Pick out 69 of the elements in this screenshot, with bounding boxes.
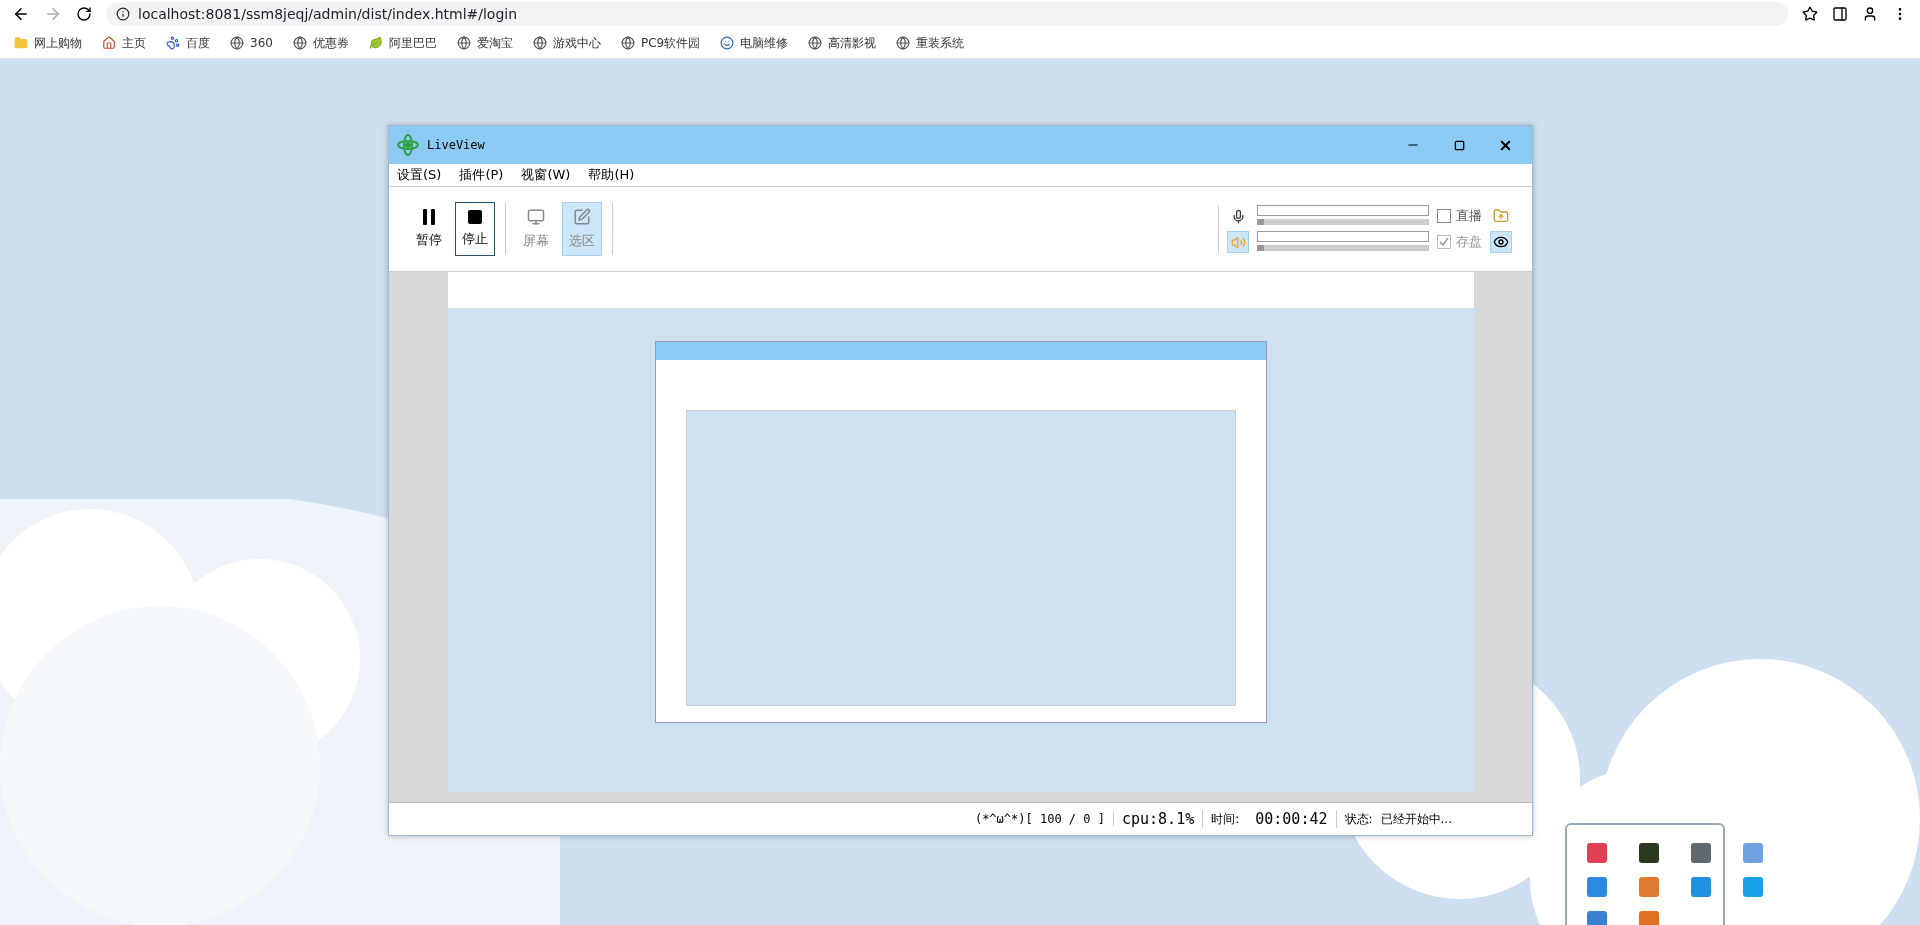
bookmark-link[interactable]: 阿里巴巴 — [368, 34, 437, 52]
paw-icon — [166, 36, 180, 50]
volume-slider[interactable] — [1257, 231, 1429, 253]
bookmark-link[interactable]: 重装系统 — [896, 34, 965, 52]
info-icon — [116, 7, 130, 21]
pause-button[interactable]: 暂停 — [409, 202, 449, 256]
stop-button[interactable]: 停止 — [455, 202, 495, 256]
forward-icon[interactable] — [44, 5, 62, 23]
cpu-usage: cpu:8.1% — [1113, 810, 1204, 828]
reload-icon[interactable] — [76, 6, 92, 22]
profile-icon[interactable] — [1862, 6, 1878, 22]
time-label: 时间: — [1210, 810, 1241, 828]
home-icon — [102, 36, 116, 50]
menu-item[interactable]: 设置(S) — [397, 166, 442, 184]
bookmark-link[interactable]: 百度 — [166, 34, 210, 52]
option-checkbox[interactable]: 直播 — [1437, 207, 1482, 225]
speaker-icon — [1230, 234, 1246, 250]
bookmark-star-icon[interactable] — [1802, 6, 1818, 22]
folder-icon — [14, 36, 28, 50]
globe-icon — [456, 36, 471, 50]
app-icon[interactable] — [1691, 843, 1711, 863]
monitor-icon — [527, 208, 545, 226]
menu-item[interactable]: 插件(P) — [459, 166, 504, 184]
bookmark-link[interactable]: 高清影视 — [808, 34, 877, 52]
volume-slider[interactable] — [1257, 205, 1429, 227]
status-text: 已经开始中... — [1380, 810, 1452, 828]
bookmark-link[interactable]: 优惠券 — [292, 34, 349, 52]
stop-icon — [468, 210, 482, 224]
globe-icon — [292, 36, 307, 50]
capture-mode-button[interactable]: 屏幕 — [516, 202, 556, 256]
globe-icon — [620, 36, 635, 50]
globe-icon — [896, 36, 911, 50]
bookmark-link[interactable]: 360 — [230, 36, 273, 50]
eye-icon — [1493, 234, 1509, 250]
folder-icon — [1493, 208, 1509, 224]
bookmark-link[interactable]: 游戏中心 — [532, 34, 601, 52]
globe-icon — [532, 36, 547, 50]
app-icon[interactable] — [1743, 843, 1763, 863]
bookmark-link[interactable]: 电脑维修 — [720, 34, 789, 52]
leaf-icon — [368, 36, 383, 50]
smiley-icon — [720, 36, 735, 50]
app-icon[interactable] — [1639, 877, 1659, 897]
bookmark-link[interactable]: 网上购物 — [14, 34, 82, 52]
menu-item[interactable]: 帮助(H) — [588, 166, 635, 184]
back-icon[interactable] — [12, 5, 30, 23]
app-icon[interactable] — [1691, 877, 1711, 897]
maximize-icon — [1453, 139, 1465, 151]
status-label: 状态: — [1343, 810, 1374, 828]
app-icon[interactable] — [1639, 843, 1659, 863]
atom-logo-icon — [397, 134, 419, 156]
microphone-icon — [1230, 208, 1246, 224]
bookmark-link[interactable]: 爱淘宝 — [456, 34, 513, 52]
bookmark-link[interactable]: PC9软件园 — [620, 34, 701, 52]
bookmark-link[interactable]: 主页 — [102, 34, 146, 52]
app-icon[interactable] — [1587, 843, 1607, 863]
menu-item[interactable]: 视窗(W) — [521, 166, 571, 184]
globe-icon — [808, 36, 823, 50]
pen-square-icon — [573, 208, 591, 226]
pause-icon — [422, 209, 436, 225]
address-bar[interactable]: localhost:8081/ssm8jeqj/admin/dist/index.html#/login — [106, 2, 1788, 26]
app-icon[interactable] — [1743, 877, 1763, 897]
globe-icon — [230, 36, 244, 50]
window-title: LiveView — [427, 138, 486, 152]
frame-counter: (*^ω^*)[ 100 / 0 ] — [966, 812, 1114, 826]
side-panel-icon[interactable] — [1832, 6, 1848, 22]
url-text: localhost:8081/ssm8jeqj/admin/dist/index.html#/login — [138, 6, 518, 22]
elapsed-time: 00:00:42 — [1247, 810, 1337, 828]
app-icon[interactable] — [1587, 877, 1607, 897]
checkmark-icon — [1439, 237, 1449, 247]
